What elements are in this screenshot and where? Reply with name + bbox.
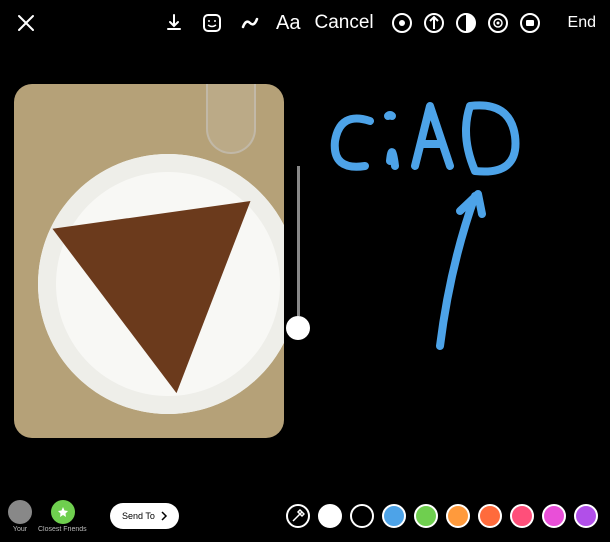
brush-size-track[interactable] — [297, 166, 300, 316]
send-to-button[interactable]: Send To — [110, 503, 179, 529]
photo-sticker[interactable] — [14, 84, 284, 438]
text-tool-button[interactable]: Aa — [276, 12, 300, 35]
tool-icons-group: Aa Cancel — [162, 11, 374, 35]
pen-eraser-icon[interactable] — [518, 11, 542, 35]
sticker-icon[interactable] — [200, 11, 224, 35]
eyedropper-icon[interactable] — [286, 504, 310, 528]
story-canvas[interactable] — [0, 46, 610, 490]
color-swatch-white[interactable] — [318, 504, 342, 528]
pen-outline-icon[interactable] — [390, 11, 414, 35]
pen-fill-up-icon[interactable] — [422, 11, 446, 35]
color-swatch-blue[interactable] — [382, 504, 406, 528]
pen-glow-icon[interactable] — [486, 11, 510, 35]
close-icon[interactable] — [14, 11, 38, 35]
download-icon[interactable] — [162, 11, 186, 35]
top-toolbar: Aa Cancel End — [0, 0, 610, 46]
pen-half-icon[interactable] — [454, 11, 478, 35]
cancel-button[interactable]: Cancel — [314, 12, 373, 34]
color-swatch-darkorange[interactable] — [478, 504, 502, 528]
send-to-label: Send To — [122, 511, 155, 521]
chevron-right-icon — [159, 511, 169, 521]
end-button[interactable]: End — [568, 14, 596, 32]
color-palette — [286, 504, 598, 528]
color-swatch-purple[interactable] — [574, 504, 598, 528]
color-swatch-black[interactable] — [350, 504, 374, 528]
brush-size-handle[interactable] — [286, 316, 310, 340]
handwriting-ciao — [310, 66, 590, 416]
your-story-option[interactable]: Your — [8, 500, 32, 533]
color-swatch-orange[interactable] — [446, 504, 470, 528]
color-swatch-magenta[interactable] — [542, 504, 566, 528]
color-swatch-pink[interactable] — [510, 504, 534, 528]
bottom-toolbar: Your Closest Friends Story Send To — [0, 490, 610, 542]
color-swatch-green[interactable] — [414, 504, 438, 528]
pen-style-group — [390, 11, 542, 35]
draw-icon[interactable] — [238, 11, 262, 35]
close-friends-option[interactable]: Closest Friends Story — [38, 500, 88, 533]
